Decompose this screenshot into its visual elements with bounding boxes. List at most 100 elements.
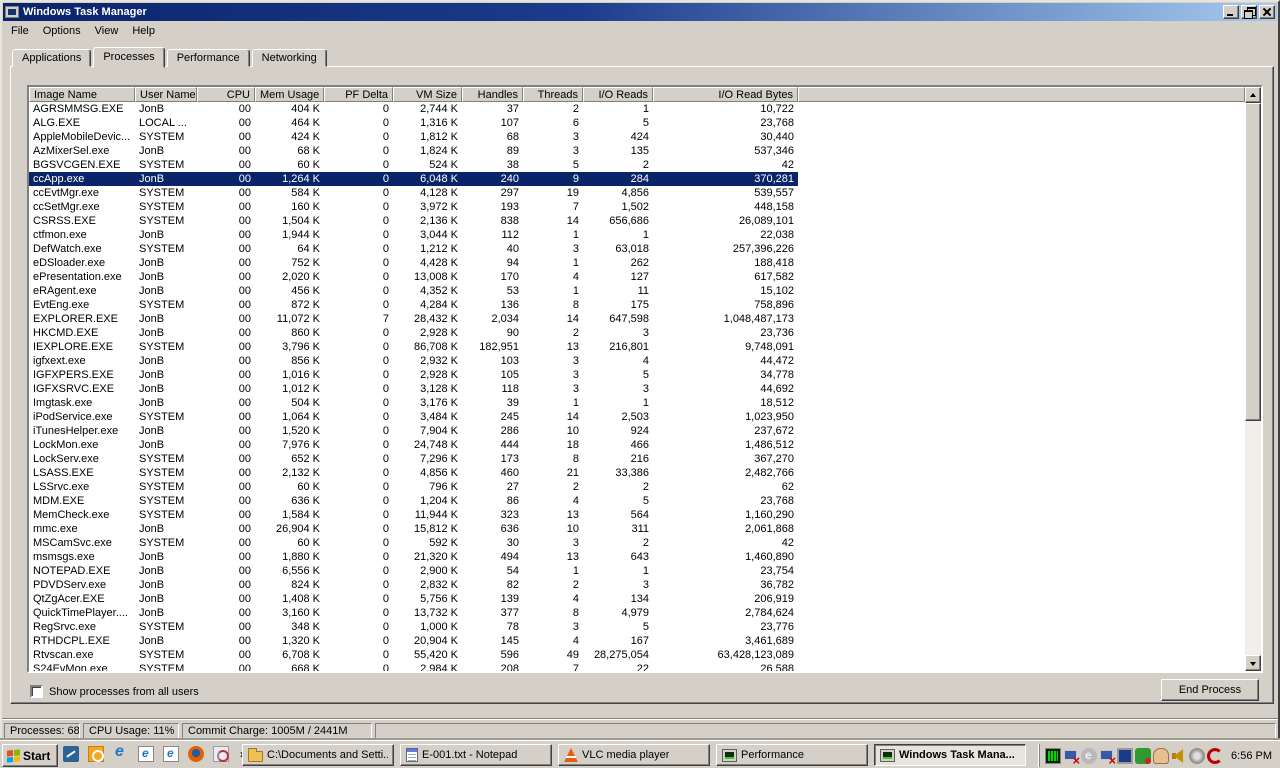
scrollbar-thumb[interactable]	[1245, 103, 1261, 421]
process-row[interactable]: eDSloader.exeJonB00752 K04,428 K94126218…	[29, 256, 798, 270]
tab-applications[interactable]: Applications	[12, 49, 91, 67]
process-row[interactable]: DefWatch.exeSYSTEM0064 K01,212 K40363,01…	[29, 242, 798, 256]
process-cell-i-o-read-bytes: 26,588	[653, 662, 798, 671]
tab-processes[interactable]: Processes	[93, 47, 164, 68]
network-error-tray-icon[interactable]	[1099, 748, 1115, 764]
process-row[interactable]: EvtEng.exeSYSTEM00872 K04,284 K136817575…	[29, 298, 798, 312]
safely-remove-tray-icon[interactable]	[1207, 748, 1223, 764]
ie-document-alt-icon[interactable]	[163, 746, 179, 762]
process-row[interactable]: LSSrvc.exeSYSTEM0060 K0796 K272262	[29, 480, 798, 494]
taskbar-button-vlc-media-player[interactable]: VLC media player	[558, 744, 710, 766]
cpu-meter-tray-icon[interactable]	[1045, 748, 1061, 764]
ie-document-icon[interactable]	[138, 746, 154, 762]
process-row[interactable]: AppleMobileDevic...SYSTEM00424 K01,812 K…	[29, 130, 798, 144]
process-row[interactable]: NOTEPAD.EXEJonB006,556 K02,900 K541123,7…	[29, 564, 798, 578]
process-row[interactable]: PDVDServ.exeJonB00824 K02,832 K822336,78…	[29, 578, 798, 592]
process-row[interactable]: ccApp.exeJonB001,264 K06,048 K2409284370…	[29, 172, 798, 186]
show-desktop-icon[interactable]	[63, 746, 79, 762]
column-header-vm-size[interactable]: VM Size	[393, 87, 462, 102]
column-header-handles[interactable]: Handles	[462, 87, 523, 102]
process-row[interactable]: LockServ.exeSYSTEM00652 K07,296 K1738216…	[29, 452, 798, 466]
antivirus-tray-icon[interactable]	[1135, 748, 1151, 764]
process-row[interactable]: LSASS.EXESYSTEM002,132 K04,856 K4602133,…	[29, 466, 798, 480]
tab-performance[interactable]: Performance	[167, 49, 250, 67]
close-button[interactable]	[1259, 5, 1275, 19]
process-row[interactable]: MSCamSvc.exeSYSTEM0060 K0592 K303242	[29, 536, 798, 550]
process-row[interactable]: MDM.EXESYSTEM00636 K01,204 K864523,768	[29, 494, 798, 508]
process-row[interactable]: iPodService.exeSYSTEM001,064 K03,484 K24…	[29, 410, 798, 424]
process-cell-image-name: EvtEng.exe	[29, 298, 135, 312]
process-row[interactable]: LockMon.exeJonB007,976 K024,748 K4441846…	[29, 438, 798, 452]
process-cell-mem-usage: 7,976 K	[255, 438, 324, 452]
media-player-clock-icon[interactable]	[88, 746, 104, 762]
scroll-down-arrow-icon[interactable]	[1245, 655, 1261, 671]
column-header-cpu[interactable]: CPU	[197, 87, 255, 102]
process-row[interactable]: EXPLORER.EXEJonB0011,072 K728,432 K2,034…	[29, 312, 798, 326]
process-row[interactable]: QtZgAcer.EXEJonB001,408 K05,756 K1394134…	[29, 592, 798, 606]
title-bar[interactable]: Windows Task Manager	[3, 3, 1277, 21]
vertical-scrollbar[interactable]	[1245, 87, 1261, 671]
process-row[interactable]: RTHDCPL.EXEJonB001,320 K020,904 K1454167…	[29, 634, 798, 648]
process-row[interactable]: ctfmon.exeJonB001,944 K03,044 K1121122,0…	[29, 228, 798, 242]
process-row[interactable]: IGFXPERS.EXEJonB001,016 K02,928 K1053534…	[29, 368, 798, 382]
taskbar-button-windows-task-mana[interactable]: Windows Task Mana...	[874, 744, 1026, 766]
process-cell-cpu: 00	[197, 102, 255, 116]
column-header-threads[interactable]: Threads	[523, 87, 583, 102]
process-row[interactable]: RegSrvc.exeSYSTEM00348 K01,000 K783523,7…	[29, 620, 798, 634]
end-process-button[interactable]: End Process	[1161, 679, 1259, 701]
taskbar-button-c-documents-and-setti[interactable]: C:\Documents and Setti...	[242, 744, 394, 766]
column-header-pf-delta[interactable]: PF Delta	[324, 87, 393, 102]
process-row[interactable]: BGSVCGEN.EXESYSTEM0060 K0524 K385242	[29, 158, 798, 172]
process-row[interactable]: IEXPLORE.EXESYSTEM003,796 K086,708 K182,…	[29, 340, 798, 354]
restore-button[interactable]	[1241, 5, 1257, 19]
process-row[interactable]: ccEvtMgr.exeSYSTEM00584 K04,128 K297194,…	[29, 186, 798, 200]
process-row[interactable]: eRAgent.exeJonB00456 K04,352 K5311115,10…	[29, 284, 798, 298]
process-cell-i-o-reads: 135	[583, 144, 653, 158]
scroll-up-arrow-icon[interactable]	[1245, 87, 1261, 103]
process-row[interactable]: MemCheck.exeSYSTEM001,584 K011,944 K3231…	[29, 508, 798, 522]
process-row[interactable]: AzMixerSel.exeJonB0068 K01,824 K89313553…	[29, 144, 798, 158]
column-header-image-name[interactable]: Image Name	[29, 87, 135, 102]
quicktime-icon[interactable]	[213, 746, 229, 762]
column-header-user-name[interactable]: User Name	[135, 87, 197, 102]
minimize-button[interactable]	[1223, 5, 1239, 19]
process-cell-vm-size: 24,748 K	[393, 438, 462, 452]
menu-file[interactable]: File	[4, 24, 36, 38]
taskbar-button-performance[interactable]: Performance	[716, 744, 868, 766]
process-row[interactable]: ccSetMgr.exeSYSTEM00160 K03,972 K19371,5…	[29, 200, 798, 214]
process-row[interactable]: HKCMD.EXEJonB00860 K02,928 K902323,736	[29, 326, 798, 340]
process-cell-mem-usage: 60 K	[255, 158, 324, 172]
process-row[interactable]: QuickTimePlayer....JonB003,160 K013,732 …	[29, 606, 798, 620]
column-header-i-o-read-bytes[interactable]: I/O Read Bytes	[653, 87, 798, 102]
firefox-icon[interactable]	[188, 746, 204, 762]
taskbar-button-e-001-txt-notepad[interactable]: E-001.txt - Notepad	[400, 744, 552, 766]
process-row[interactable]: CSRSS.EXESYSTEM001,504 K02,136 K83814656…	[29, 214, 798, 228]
volume-tray-icon[interactable]	[1171, 748, 1187, 764]
process-row[interactable]: IGFXSRVC.EXEJonB001,012 K03,128 K1183344…	[29, 382, 798, 396]
scheduler-hand-tray-icon[interactable]	[1153, 748, 1169, 764]
process-cell-i-o-read-bytes: 22,038	[653, 228, 798, 242]
process-row[interactable]: igfxext.exeJonB00856 K02,932 K1033444,47…	[29, 354, 798, 368]
menu-help[interactable]: Help	[125, 24, 162, 38]
column-header-mem-usage[interactable]: Mem Usage	[255, 87, 324, 102]
process-row[interactable]: Imgtask.exeJonB00504 K03,176 K391118,512	[29, 396, 798, 410]
internet-explorer-icon[interactable]	[113, 746, 129, 762]
start-button[interactable]: Start	[2, 744, 58, 767]
column-header-i-o-reads[interactable]: I/O Reads	[583, 87, 653, 102]
process-row[interactable]: msmsgs.exeJonB001,880 K021,320 K49413643…	[29, 550, 798, 564]
process-row[interactable]: mmc.exeJonB0026,904 K015,812 K636103112,…	[29, 522, 798, 536]
display-tray-icon[interactable]	[1117, 748, 1133, 764]
process-row[interactable]: S24EvMon.exeSYSTEM00668 K02,984 K2087222…	[29, 662, 798, 671]
menu-options[interactable]: Options	[36, 24, 88, 38]
show-all-users-checkbox[interactable]	[30, 685, 43, 698]
process-row[interactable]: iTunesHelper.exeJonB001,520 K07,904 K286…	[29, 424, 798, 438]
process-row[interactable]: ePresentation.exeJonB002,020 K013,008 K1…	[29, 270, 798, 284]
process-row[interactable]: ALG.EXELOCAL ...00464 K01,316 K1076523,7…	[29, 116, 798, 130]
disc-tray-icon[interactable]	[1189, 748, 1205, 764]
process-row[interactable]: Rtvscan.exeSYSTEM006,708 K055,420 K59649…	[29, 648, 798, 662]
tab-networking[interactable]: Networking	[252, 49, 327, 67]
network-disconnected-tray-icon[interactable]	[1063, 748, 1079, 764]
updates-tray-icon[interactable]	[1081, 748, 1097, 764]
process-row[interactable]: AGRSMMSG.EXEJonB00404 K02,744 K372110,72…	[29, 102, 798, 116]
menu-view[interactable]: View	[88, 24, 126, 38]
